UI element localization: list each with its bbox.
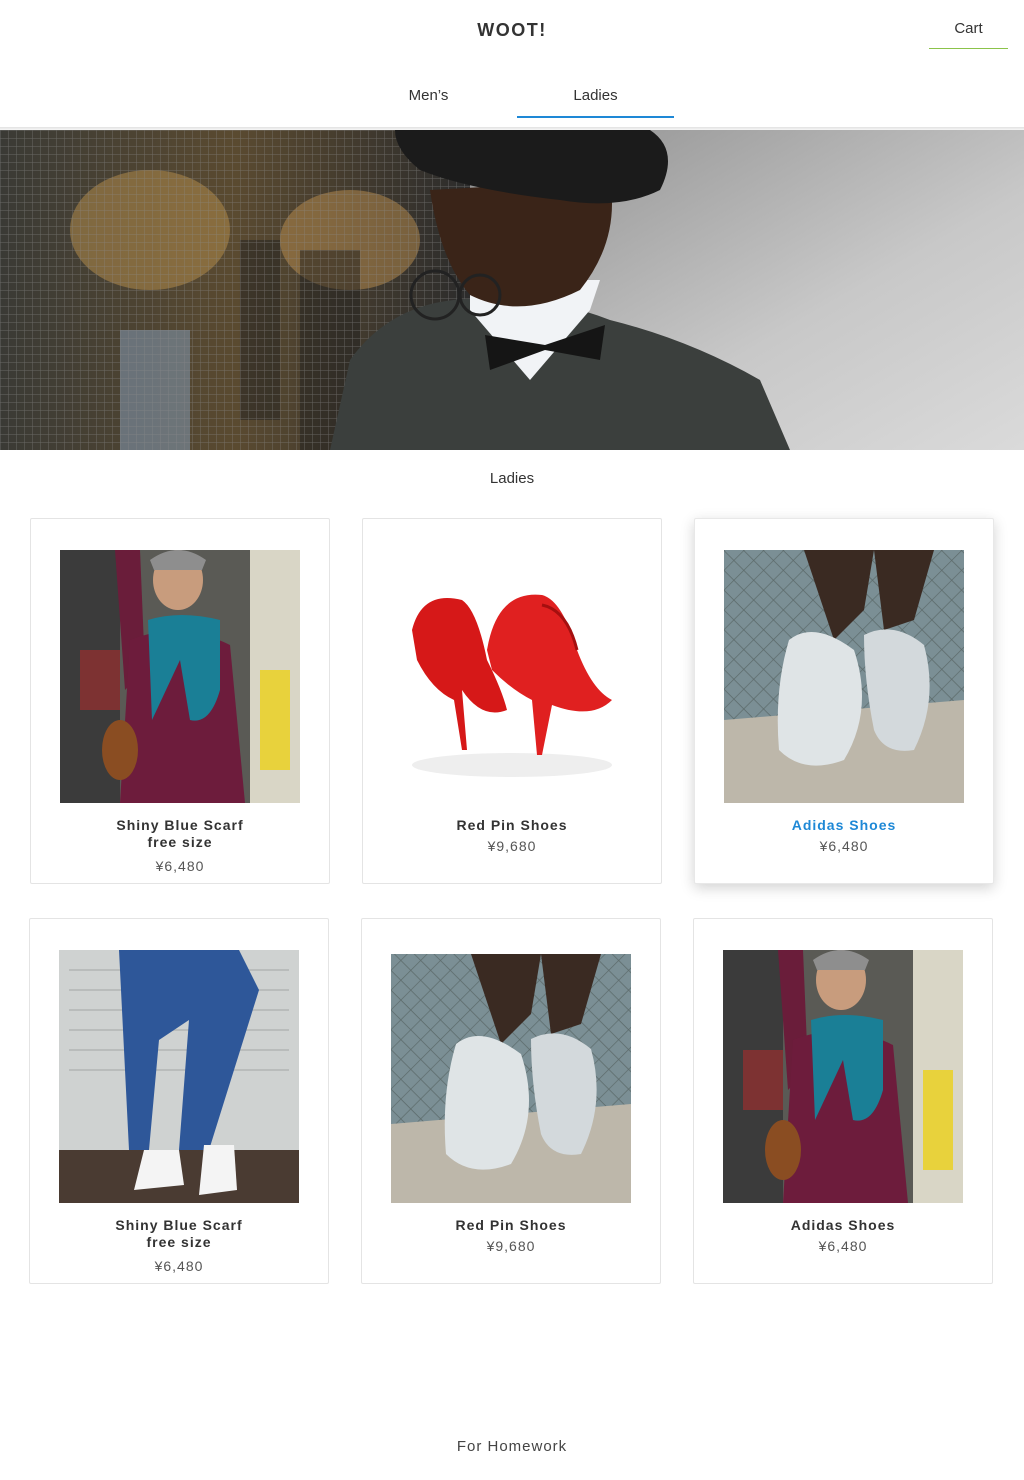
- product-price: ¥6,480: [155, 858, 205, 874]
- product-image: [724, 550, 964, 803]
- sneakers-photo: [724, 550, 964, 803]
- product-card[interactable]: Red Pin Shoes ¥9,680: [362, 518, 662, 884]
- woman-scarf-photo: [723, 950, 963, 1203]
- hero-photo-illustration: [0, 130, 1024, 450]
- red-heels-photo: [392, 550, 632, 803]
- tab-mens[interactable]: Men’s: [350, 78, 507, 118]
- product-price: ¥6,480: [818, 1238, 868, 1254]
- product-name[interactable]: Red Pin Shoes: [362, 1216, 660, 1234]
- tab-ladies[interactable]: Ladies: [517, 78, 674, 118]
- sneakers-photo: [391, 950, 631, 1203]
- product-name[interactable]: Adidas Shoes: [694, 1216, 992, 1234]
- brand-logo[interactable]: WOOT!: [0, 20, 1024, 41]
- hero-banner-image: [0, 130, 1024, 450]
- product-subtitle: free size: [147, 834, 213, 850]
- product-subtitle: free size: [146, 1234, 212, 1250]
- product-image: [391, 950, 631, 1203]
- product-price: ¥6,480: [154, 1258, 204, 1274]
- product-name[interactable]: Shiny Blue Scarf: [31, 816, 329, 834]
- cart-link[interactable]: Cart: [929, 20, 1008, 49]
- woman-scarf-photo: [60, 550, 300, 803]
- product-price: ¥9,680: [486, 1238, 536, 1254]
- product-price: ¥9,680: [487, 838, 537, 854]
- product-image: [392, 550, 632, 803]
- product-card[interactable]: Red Pin Shoes ¥9,680: [361, 918, 661, 1284]
- category-tabs: Men’s Ladies: [0, 78, 1024, 128]
- product-name[interactable]: Adidas Shoes: [695, 816, 993, 834]
- jeans-converse-photo: [59, 950, 299, 1203]
- product-card[interactable]: Adidas Shoes ¥6,480: [694, 518, 994, 884]
- product-card[interactable]: Adidas Shoes ¥6,480: [693, 918, 993, 1284]
- product-image: [723, 950, 963, 1203]
- product-image: [60, 550, 300, 803]
- section-title: Ladies: [489, 470, 535, 487]
- product-card[interactable]: Shiny Blue Scarf free size ¥6,480: [29, 918, 329, 1284]
- product-card[interactable]: Shiny Blue Scarf free size ¥6,480: [30, 518, 330, 884]
- product-name[interactable]: Red Pin Shoes: [363, 816, 661, 834]
- product-price: ¥6,480: [819, 838, 869, 854]
- footer-text: For Homework: [456, 1438, 568, 1455]
- product-name[interactable]: Shiny Blue Scarf: [30, 1216, 328, 1234]
- site-header: WOOT! Cart: [0, 0, 1024, 64]
- product-image: [59, 950, 299, 1203]
